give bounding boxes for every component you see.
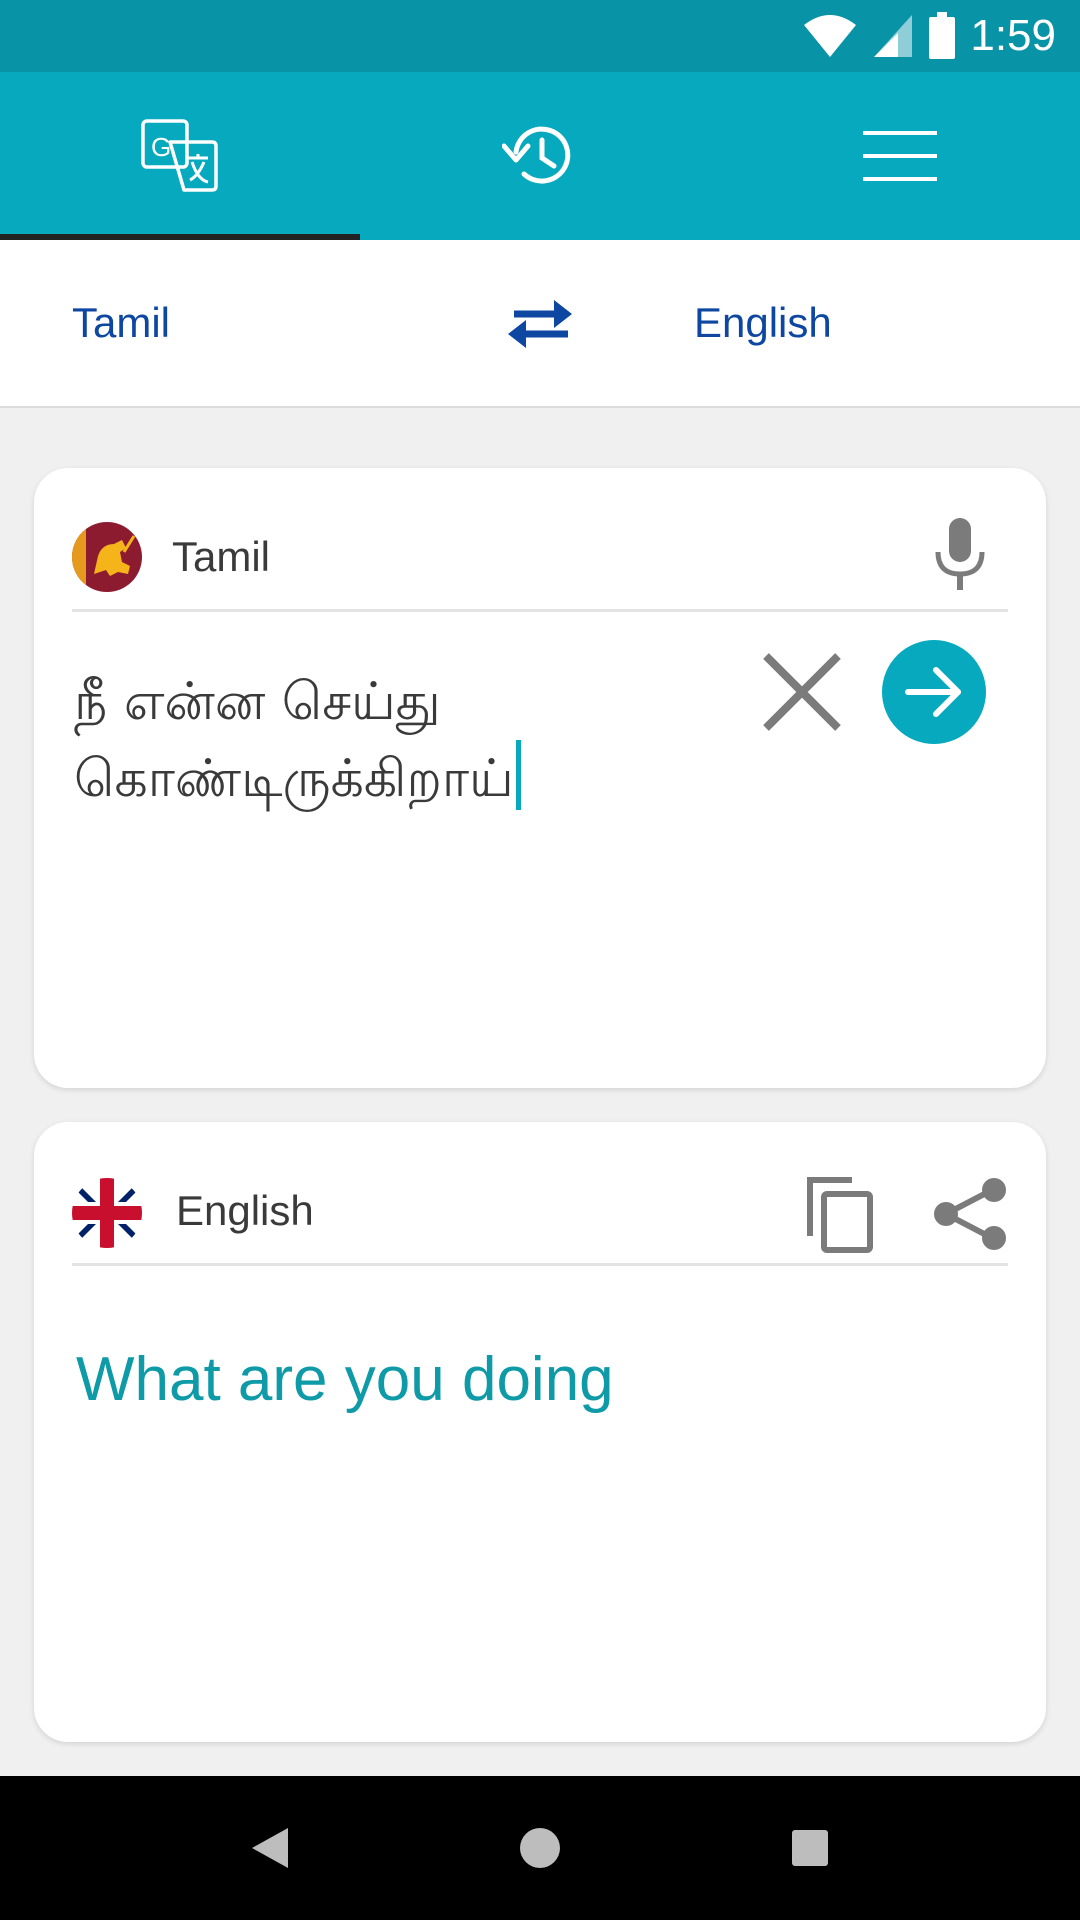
- status-bar: 1:59: [0, 0, 1080, 72]
- battery-icon: [929, 12, 956, 59]
- recents-button[interactable]: [774, 1812, 846, 1884]
- output-card: English What are you doing: [34, 1122, 1046, 1742]
- wifi-icon: [804, 15, 857, 57]
- tab-history[interactable]: [360, 72, 720, 240]
- tab-translate[interactable]: G: [0, 72, 360, 240]
- language-bar: Tamil English: [0, 240, 1080, 408]
- sri-lanka-flag-icon: [72, 522, 142, 592]
- output-card-header: English: [72, 1166, 1008, 1266]
- microphone-icon: [935, 518, 985, 590]
- swap-arrows-icon: [508, 300, 572, 348]
- source-language-selector[interactable]: Tamil: [72, 298, 170, 348]
- source-card-header: Tamil: [72, 512, 1008, 612]
- source-card-language: Tamil: [172, 533, 271, 580]
- share-button[interactable]: [932, 1176, 1008, 1252]
- tab-menu[interactable]: [720, 72, 1080, 240]
- cell-signal-icon: [874, 15, 913, 57]
- close-icon: [763, 653, 841, 731]
- translated-text: What are you doing: [76, 1345, 614, 1414]
- copy-icon: [807, 1177, 873, 1253]
- clock-time: 1:59: [970, 11, 1056, 60]
- back-triangle-icon: [252, 1828, 288, 1868]
- copy-button[interactable]: [806, 1176, 874, 1254]
- uk-flag-icon: [72, 1178, 142, 1248]
- top-toolbar: G: [0, 72, 1080, 240]
- swap-languages-button[interactable]: [500, 292, 580, 356]
- svg-text:G: G: [151, 132, 171, 162]
- source-card: Tamil நீ என்ன செய்து கொண்டிருக்கிறாய்: [34, 468, 1046, 1088]
- translate-icon: G: [141, 119, 218, 192]
- home-button[interactable]: [504, 1812, 576, 1884]
- microphone-button[interactable]: [932, 516, 988, 596]
- clear-text-button[interactable]: [762, 652, 842, 732]
- menu-icon: [863, 131, 937, 181]
- back-button[interactable]: [234, 1812, 306, 1884]
- output-card-language: English: [176, 1187, 314, 1234]
- source-text-value: நீ என்ன செய்து கொண்டிருக்கிறாய்: [74, 672, 514, 809]
- history-icon: [502, 126, 571, 184]
- arrow-right-icon: [905, 667, 961, 717]
- share-icon: [934, 1178, 1006, 1250]
- target-language-selector[interactable]: English: [694, 298, 832, 348]
- source-text-input[interactable]: நீ என்ன செய்து கொண்டிருக்கிறாய்: [74, 664, 714, 817]
- status-icons: 1:59: [802, 10, 1056, 62]
- home-circle-icon: [520, 1828, 560, 1868]
- translate-button[interactable]: [882, 640, 986, 744]
- system-nav-bar: [0, 1776, 1080, 1920]
- text-cursor: [515, 740, 521, 810]
- recents-square-icon: [792, 1830, 828, 1866]
